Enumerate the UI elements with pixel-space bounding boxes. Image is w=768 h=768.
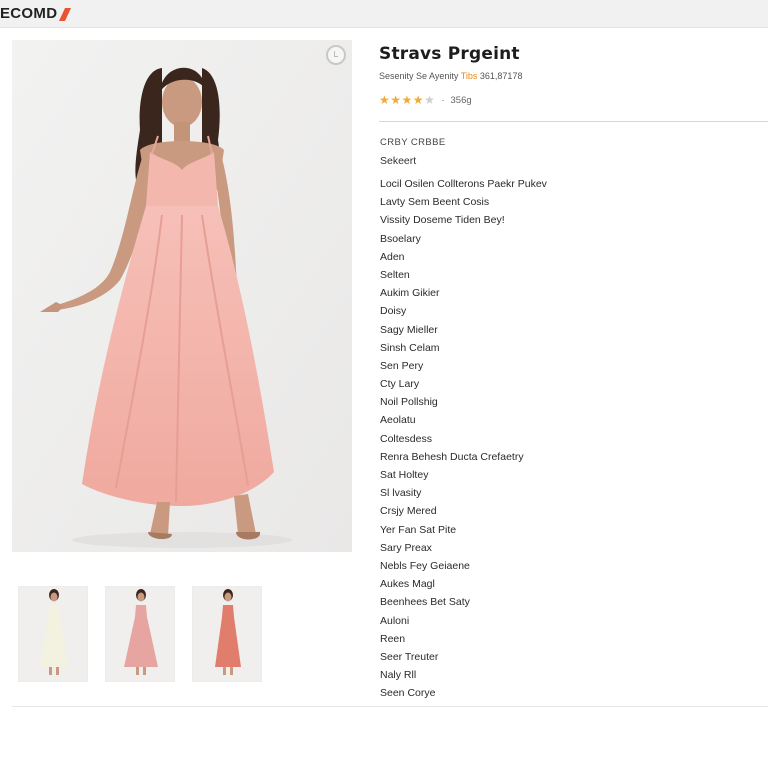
subtitle-highlight: Tibs	[460, 71, 478, 81]
attribute-item[interactable]: Yer Fan Sat Pite	[380, 524, 547, 542]
attribute-item[interactable]: Selten	[380, 269, 547, 287]
star-icon: ★	[424, 93, 436, 107]
rating-row[interactable]: ★★★★★ · 356g	[379, 93, 764, 107]
attributes-list: Locil Osilen Collterons Paekr Pukev Lavty…	[380, 178, 547, 705]
thumbnail-image	[19, 587, 87, 681]
magnify-icon[interactable]	[326, 45, 346, 65]
attribute-item[interactable]: Naly Rll	[380, 669, 547, 687]
product-info: Stravs Prgeint Sesenity Se Ayenity Tibs …	[379, 44, 764, 107]
subtitle-prefix: Sesenity Se Ayenity	[379, 71, 461, 81]
attribute-item[interactable]: Seen Corye	[380, 687, 547, 705]
attribute-item[interactable]: Aeolatu	[380, 414, 547, 432]
thumbnail-strip	[18, 586, 262, 682]
star-icon: ★	[379, 93, 391, 107]
attribute-item[interactable]: Cty Lary	[380, 378, 547, 396]
attribute-item[interactable]: Reen	[380, 633, 547, 651]
attribute-item[interactable]: Sl lvasity	[380, 487, 547, 505]
thumbnail-1[interactable]	[18, 586, 88, 682]
thumbnail-image	[193, 587, 261, 681]
attribute-item[interactable]: Sary Preax	[380, 542, 547, 560]
attribute-item[interactable]: Sagy Mieller	[380, 324, 547, 342]
attribute-item[interactable]: Auloni	[380, 615, 547, 633]
product-main-image[interactable]	[12, 40, 352, 552]
model-illustration	[12, 40, 352, 552]
top-bar: ECOMD	[0, 0, 768, 28]
attribute-item[interactable]: Locil Osilen Collterons Paekr Pukev	[380, 178, 547, 196]
thumbnail-3[interactable]	[192, 586, 262, 682]
divider	[379, 121, 768, 122]
attribute-item[interactable]: Sinsh Celam	[380, 342, 547, 360]
slash-logo-icon	[59, 7, 71, 21]
attribute-item[interactable]: Lavty Sem Beent Cosis	[380, 196, 547, 214]
star-icon: ★	[390, 93, 402, 107]
star-icon: ★	[401, 93, 413, 107]
attribute-item[interactable]: Aukim Gikier	[380, 287, 547, 305]
product-title: Stravs Prgeint	[379, 44, 520, 64]
product-subtitle: Sesenity Se Ayenity Tibs 361,87178	[379, 71, 764, 81]
attributes-header: CRBY CRBBE	[380, 137, 446, 148]
attribute-item[interactable]: Vissity Doseme Tiden Bey!	[380, 214, 547, 232]
attribute-item[interactable]: Aukes Magl	[380, 578, 547, 596]
attribute-item[interactable]: Sat Holtey	[380, 469, 547, 487]
thumbnail-2[interactable]	[105, 586, 175, 682]
attribute-item[interactable]: Bsoelary	[380, 233, 547, 251]
footer-divider	[12, 706, 768, 707]
attribute-item[interactable]: Beenhees Bet Saty	[380, 596, 547, 614]
attribute-item[interactable]: Noil Pollshig	[380, 396, 547, 414]
rating-separator: ·	[441, 94, 445, 106]
star-icon: ★	[412, 93, 425, 107]
attribute-item[interactable]: Doisy	[380, 305, 547, 323]
attribute-item[interactable]: Seer Treuter	[380, 651, 547, 669]
attribute-item[interactable]: Nebls Fey Geiaene	[380, 560, 547, 578]
subtitle-suffix: 361,87178	[477, 71, 523, 81]
attribute-item[interactable]: Coltesdess	[380, 433, 547, 451]
attribute-item[interactable]: Crsjy Mered	[380, 505, 547, 523]
attributes-subheader[interactable]: Sekeert	[380, 155, 416, 167]
brand-name: ECOMD	[0, 5, 58, 22]
thumbnail-image	[106, 587, 174, 681]
review-count[interactable]: 356g	[451, 95, 472, 106]
attribute-item[interactable]: Sen Pery	[380, 360, 547, 378]
attribute-item[interactable]: Aden	[380, 251, 547, 269]
brand-logo[interactable]: ECOMD	[0, 5, 71, 22]
attribute-item[interactable]: Renra Behesh Ducta Crefaetry	[380, 451, 547, 469]
star-rating: ★★★★★	[379, 93, 435, 107]
